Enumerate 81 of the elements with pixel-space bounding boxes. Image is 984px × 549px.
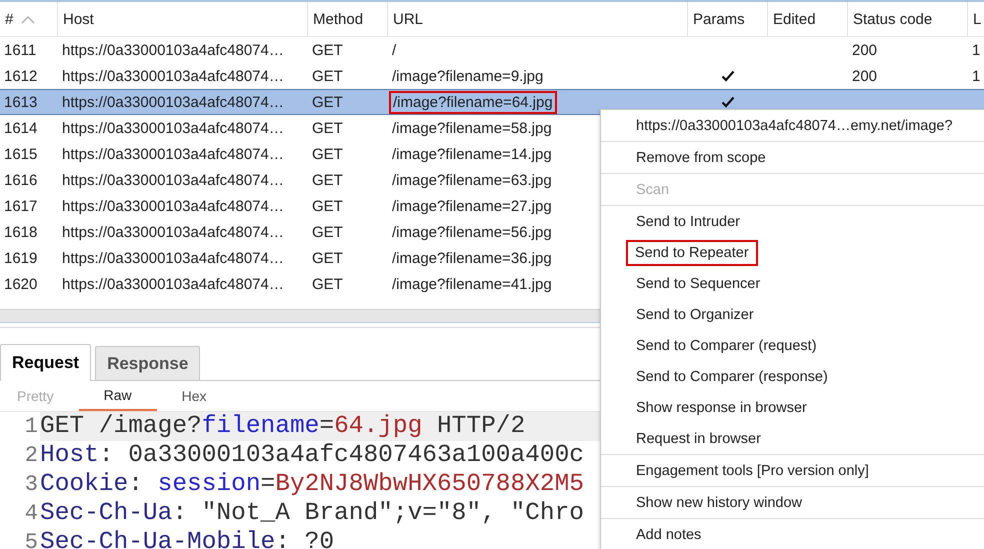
line-number: 5 — [24, 530, 39, 549]
table-cell: GET — [312, 224, 343, 240]
line-number: 4 — [24, 501, 39, 526]
line-number: 2 — [24, 443, 39, 468]
table-cell: https://0a33000103a4afc48074… — [62, 120, 284, 136]
menu-item[interactable]: Send to Sequencer — [633, 274, 764, 294]
table-cell: https://0a33000103a4afc48074… — [62, 276, 284, 292]
column-header[interactable]: L — [973, 10, 982, 28]
table-row[interactable]: 1613 https://0a33000103a4afc48074… GET /image?filename=64.jpg — [0, 89, 984, 115]
column-header[interactable]: Edited — [773, 10, 816, 28]
menu-item[interactable]: Add notes — [633, 524, 704, 544]
table-cell: https://0a33000103a4afc48074… — [62, 94, 284, 110]
menu-item[interactable]: https://0a33000103a4afc48074…emy.net/image? — [633, 116, 956, 136]
tab[interactable]: Request — [0, 344, 92, 381]
menu-item[interactable]: Show response in browser — [633, 398, 810, 418]
table-cell: 1617 — [4, 198, 38, 214]
menu-item[interactable]: Send to Organizer — [633, 304, 757, 324]
table-cell: GET — [312, 42, 343, 58]
menu-item[interactable]: Send to Comparer (response) — [633, 366, 831, 386]
view-tab[interactable]: Hex — [156, 381, 232, 411]
table-cell: GET — [312, 68, 343, 84]
table-cell: https://0a33000103a4afc48074… — [62, 250, 284, 266]
column-header[interactable]: Method — [313, 10, 364, 28]
table-cell: 200 — [852, 68, 878, 84]
column-header[interactable]: Host — [63, 10, 94, 28]
table-row[interactable]: 1612 https://0a33000103a4afc48074… GET /image?filename=9.jpg 200 1 — [0, 63, 984, 89]
table-cell: GET — [312, 146, 343, 162]
table-cell: https://0a33000103a4afc48074… — [62, 146, 284, 162]
table-cell: GET — [312, 276, 343, 292]
menu-item[interactable]: Show new history window — [633, 492, 806, 512]
table-cell: 1614 — [4, 120, 38, 136]
table-cell: 1 — [972, 42, 980, 58]
code-line: Sec-Ch-Ua: "Not_A Brand";v="8", "Chro — [40, 499, 585, 528]
table-cell: /image?filename=58.jpg — [392, 120, 552, 136]
table-cell: GET — [312, 172, 343, 188]
table-cell: https://0a33000103a4afc48074… — [62, 198, 284, 214]
table-cell: /image?filename=64.jpg — [392, 94, 554, 110]
tab[interactable]: Response — [95, 346, 200, 380]
table-cell: https://0a33000103a4afc48074… — [62, 42, 284, 58]
table-cell: GET — [312, 120, 343, 136]
table-cell: /image?filename=27.jpg — [392, 198, 552, 214]
table-cell: 1611 — [4, 42, 36, 58]
table-row[interactable]: 1611 https://0a33000103a4afc48074… GET / 200 1 — [0, 37, 984, 63]
menu-item[interactable]: Request in browser — [633, 428, 764, 448]
table-cell: 1619 — [4, 250, 38, 266]
table-cell: 1 — [972, 68, 980, 84]
line-number: 3 — [24, 472, 39, 497]
table-cell: /image?filename=9.jpg — [392, 68, 544, 84]
table-cell: 1612 — [4, 68, 38, 84]
table-cell: 1613 — [4, 94, 38, 110]
table-cell: 1615 — [4, 146, 38, 162]
column-header[interactable]: # — [5, 10, 14, 28]
table-cell: https://0a33000103a4afc48074… — [62, 68, 284, 84]
table-cell: /image?filename=14.jpg — [392, 146, 552, 162]
sort-ascending-icon — [21, 14, 36, 24]
table-cell: /image?filename=41.jpg — [392, 276, 552, 292]
table-cell: GET — [312, 198, 343, 214]
table-cell: GET — [312, 94, 343, 110]
table-cell: 1618 — [4, 224, 38, 240]
code-line: Cookie: session=By2NJ8WbwHX650788X2M5 — [40, 470, 586, 499]
menu-item[interactable]: Send to Repeater — [629, 242, 755, 262]
table-cell: 200 — [852, 42, 878, 58]
menu-item[interactable]: Send to Intruder — [633, 212, 743, 232]
code-line: Sec-Ch-Ua-Mobile: ?0 — [40, 528, 336, 549]
code-line: Host: 0a33000103a4afc4807463a100a400c — [40, 441, 585, 470]
column-header[interactable]: Status code — [853, 10, 932, 28]
table-cell: 1620 — [4, 276, 38, 292]
menu-item[interactable]: Send to Comparer (request) — [633, 336, 820, 356]
menu-item[interactable]: Engagement tools [Pro version only] — [633, 460, 872, 480]
table-cell: / — [392, 42, 396, 58]
table-cell: GET — [312, 250, 343, 266]
menu-item[interactable]: Remove from scope — [633, 148, 769, 168]
table-cell: /image?filename=36.jpg — [392, 250, 552, 266]
table-cell: /image?filename=63.jpg — [392, 172, 552, 188]
table-cell: 1616 — [4, 172, 38, 188]
line-number: 1 — [24, 414, 39, 439]
table-cell: /image?filename=56.jpg — [392, 224, 552, 240]
table-cell: https://0a33000103a4afc48074… — [62, 224, 284, 240]
table-cell: https://0a33000103a4afc48074… — [62, 172, 284, 188]
column-header[interactable]: Params — [693, 10, 745, 28]
column-header[interactable]: URL — [393, 10, 424, 28]
